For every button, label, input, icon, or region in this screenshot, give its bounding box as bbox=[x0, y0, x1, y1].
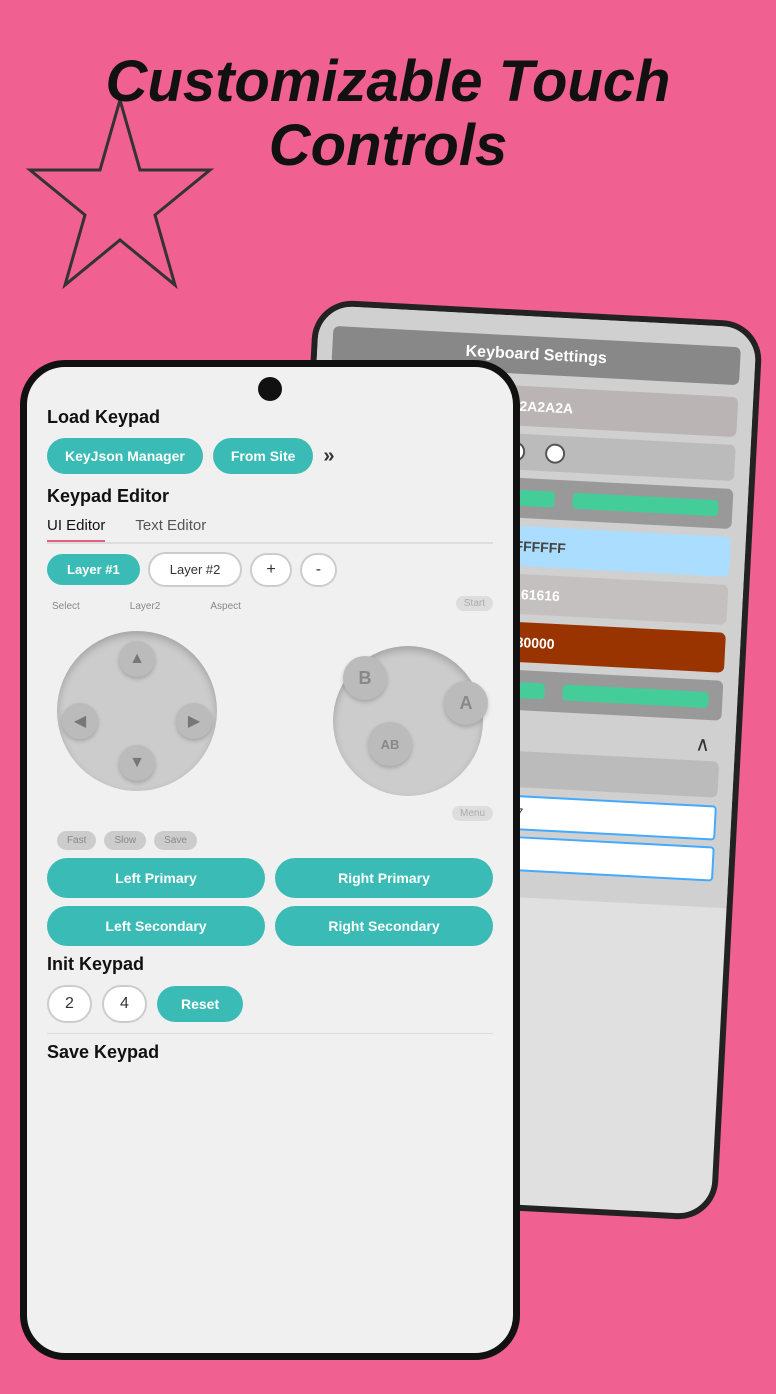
menu-label: Menu bbox=[452, 806, 493, 821]
radio-large[interactable] bbox=[545, 443, 566, 464]
abxy-wrapper: B A AB bbox=[333, 626, 493, 816]
remove-layer-button[interactable]: - bbox=[300, 553, 337, 587]
aspect-label: Aspect bbox=[210, 601, 241, 612]
load-keypad-title: Load Keypad bbox=[47, 407, 493, 428]
save-keypad-section: Save Keypad bbox=[47, 1033, 493, 1063]
init-keypad-title: Init Keypad bbox=[47, 954, 493, 975]
slow-button[interactable]: Slow bbox=[104, 831, 146, 850]
ab-button[interactable]: AB bbox=[368, 722, 412, 766]
title-line2: Controls bbox=[0, 114, 776, 178]
secondary-buttons-row: Left Secondary Right Secondary bbox=[47, 906, 493, 946]
dpad-wrapper: ▲ ▼ ◀ ▶ bbox=[47, 621, 227, 821]
blue-input-3[interactable] bbox=[513, 836, 715, 881]
layer-row: Layer #1 Layer #2 + - bbox=[47, 552, 493, 587]
phone-notch bbox=[258, 377, 282, 401]
layer2-label: Layer2 bbox=[130, 601, 161, 612]
keyjson-manager-button[interactable]: KeyJson Manager bbox=[47, 438, 203, 474]
green-bar-2 bbox=[572, 493, 719, 517]
b-button[interactable]: B bbox=[343, 656, 387, 700]
tab-text-editor[interactable]: Text Editor bbox=[135, 517, 206, 542]
keypad-editor-title: Keypad Editor bbox=[47, 486, 493, 507]
green-bar-4 bbox=[562, 684, 709, 708]
init-num-1[interactable]: 2 bbox=[47, 985, 92, 1023]
a-button[interactable]: A bbox=[444, 681, 488, 725]
front-phone: Load Keypad KeyJson Manager From Site » … bbox=[20, 360, 520, 1360]
dpad-left-button[interactable]: ◀ bbox=[62, 703, 98, 739]
save-button-small[interactable]: Save bbox=[154, 831, 197, 850]
primary-buttons-row: Left Primary Right Primary bbox=[47, 858, 493, 898]
save-keypad-title: Save Keypad bbox=[47, 1042, 493, 1063]
load-buttons-row: KeyJson Manager From Site » bbox=[47, 438, 493, 474]
start-label: Start bbox=[456, 596, 493, 611]
layer1-button[interactable]: Layer #1 bbox=[47, 554, 140, 585]
reset-button[interactable]: Reset bbox=[157, 986, 243, 1022]
dpad-right-button[interactable]: ▶ bbox=[176, 703, 212, 739]
init-row: 2 4 Reset bbox=[47, 985, 493, 1023]
init-keypad-section: Init Keypad 2 4 Reset bbox=[47, 954, 493, 1023]
gamepad-area: Select Layer2 Aspect Start ▲ ▼ ◀ ▶ B A A… bbox=[47, 601, 493, 821]
add-layer-button[interactable]: + bbox=[250, 553, 291, 587]
from-site-button[interactable]: From Site bbox=[213, 438, 314, 474]
right-primary-button[interactable]: Right Primary bbox=[275, 858, 493, 898]
right-secondary-button[interactable]: Right Secondary bbox=[275, 906, 493, 946]
left-secondary-button[interactable]: Left Secondary bbox=[47, 906, 265, 946]
select-label: Select bbox=[52, 601, 80, 612]
dpad-up-button[interactable]: ▲ bbox=[119, 641, 155, 677]
layer2-button[interactable]: Layer #2 bbox=[148, 552, 243, 587]
editor-tabs: UI Editor Text Editor bbox=[47, 517, 493, 544]
tab-ui-editor[interactable]: UI Editor bbox=[47, 517, 105, 542]
title-line1: Customizable Touch bbox=[0, 50, 776, 114]
small-buttons-row: Fast Slow Save bbox=[47, 831, 493, 850]
init-num-2[interactable]: 4 bbox=[102, 985, 147, 1023]
fast-button[interactable]: Fast bbox=[57, 831, 96, 850]
dpad-down-button[interactable]: ▼ bbox=[119, 745, 155, 781]
left-primary-button[interactable]: Left Primary bbox=[47, 858, 265, 898]
chevron-double-icon: » bbox=[323, 445, 334, 468]
page-title: Customizable Touch Controls bbox=[0, 50, 776, 178]
